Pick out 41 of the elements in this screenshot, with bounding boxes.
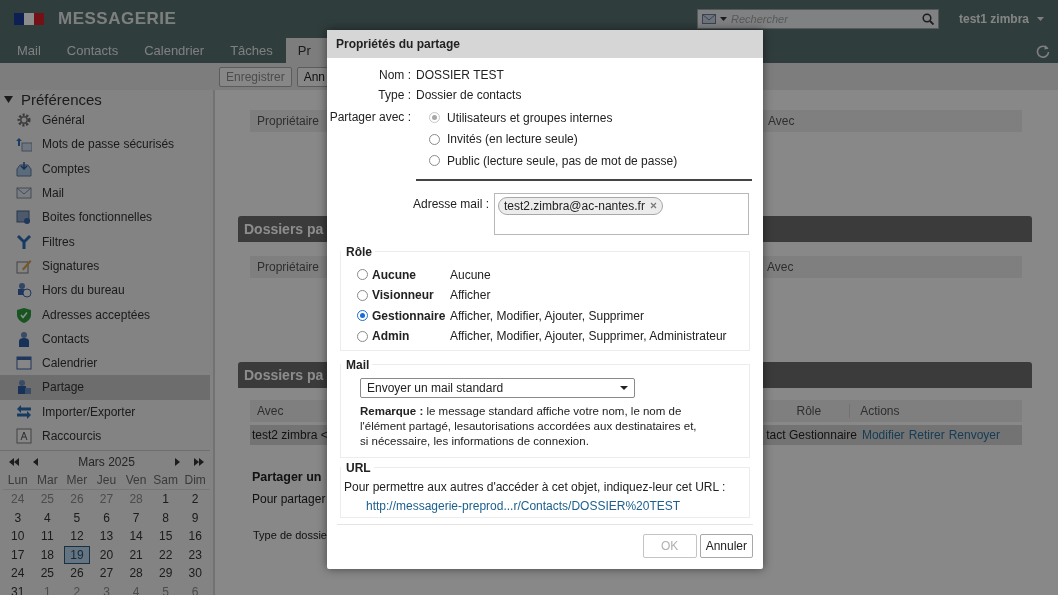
weekday-label: Ven [121, 471, 151, 490]
column-header: Propriétaire [256, 114, 320, 128]
weekday-label: Dim [180, 471, 210, 490]
description-text: Pour partager [252, 492, 326, 508]
field-label: Adresse mail : [411, 195, 489, 213]
option-label: Invités (en lecture seule) [447, 132, 578, 147]
column-header: Rôle [795, 404, 822, 418]
column-header: Avec [256, 404, 284, 418]
field-label: Nom : [378, 68, 411, 82]
role-name: Aucune [372, 267, 417, 282]
option-label: Public (lecture seule, pas de mot de passe) [447, 153, 678, 168]
role-name: Gestionnaire [372, 308, 447, 323]
note-text: Remarque : le message standard affiche votre nom, le nom de l'élément partagé, lesautorisations accordées aux destinataires et, si nécessaire, les informations de connexion. [360, 403, 698, 449]
field-value: DOSSIER TEST [416, 68, 504, 82]
weekday-label: Sam [150, 471, 181, 490]
column-header: Propriétaire [256, 260, 320, 274]
option-label: Utilisateurs et groupes internes [447, 110, 613, 125]
dialog-title: Propriétés du partage [327, 30, 763, 58]
column-header: Avec [767, 114, 795, 128]
table-cell: tact Gestionnaire [766, 428, 857, 442]
column-header: Avec [766, 260, 794, 274]
role-description: Afficher [450, 288, 491, 303]
app-name: MESSAGERIE [58, 9, 177, 29]
description-text: Pour permettre aux autres d'accéder à cet objet, indiquez-leur cet URL : [343, 479, 727, 494]
role-description: Afficher, Modifier, Ajouter, Supprimer, Administrateur [450, 329, 727, 344]
field-label: Type de dossie [253, 529, 327, 541]
section-title: Partager un [252, 470, 322, 486]
weekday-label: Lun [3, 471, 33, 490]
field-label: Partager avec : [328, 109, 411, 126]
table-cell-text: test2 zimbra < [251, 428, 328, 442]
month-label: Mars 2025 [77, 455, 136, 469]
role-name: Admin [372, 329, 411, 344]
field-label: Type : [377, 88, 411, 102]
column-header: Actions [849, 404, 900, 418]
weekday-label: Mer [62, 471, 92, 490]
field-value: Dossier de contacts [416, 88, 522, 102]
role-name: Visionneur [372, 288, 435, 303]
weekday-label: Mar [32, 471, 63, 490]
weekday-label: Jeu [91, 471, 122, 490]
role-description: Aucune [450, 267, 491, 282]
role-description: Afficher, Modifier, Ajouter, Supprimer [450, 308, 644, 323]
